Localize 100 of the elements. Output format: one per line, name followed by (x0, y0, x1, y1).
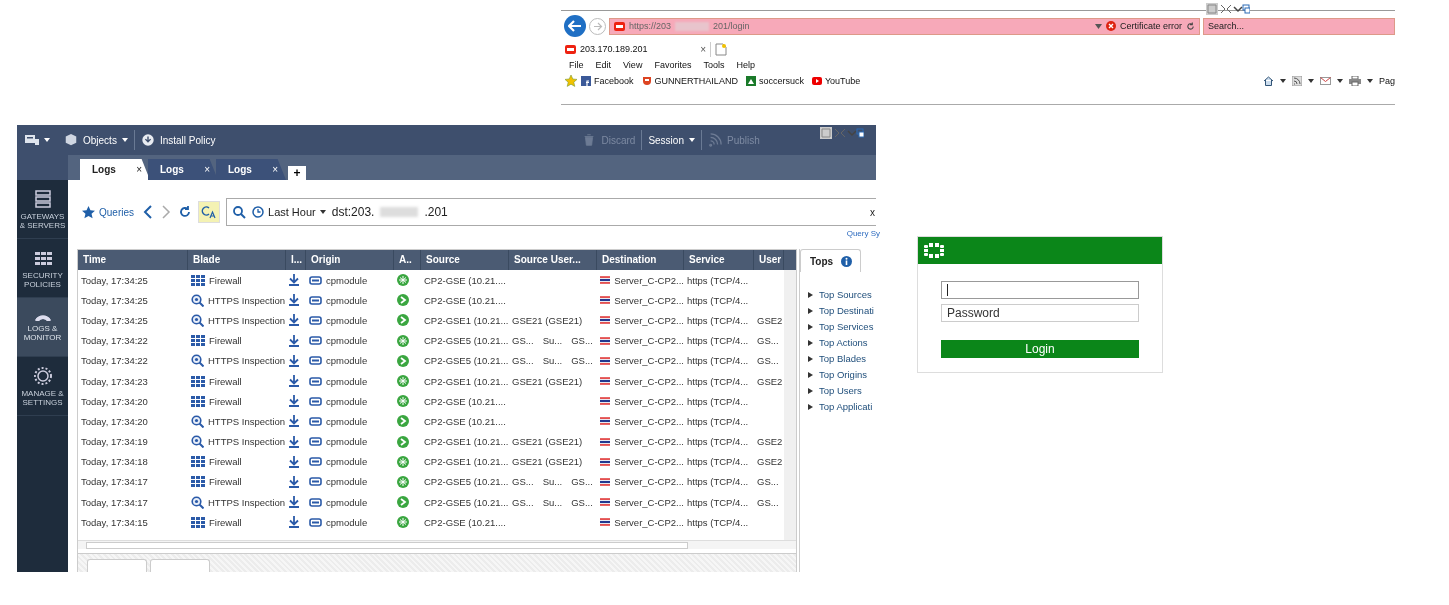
menu-item[interactable]: Edit (595, 60, 612, 70)
toolbar-button[interactable]: Session (642, 130, 702, 150)
table-cell: GS... (571, 496, 593, 508)
favorite-link[interactable]: soccersuck (758, 76, 804, 86)
inspect-icon (397, 314, 409, 327)
page-menu[interactable]: Pag (1379, 76, 1395, 86)
search-field[interactable]: Search... (1203, 17, 1395, 35)
refresh-icon[interactable] (1186, 21, 1195, 31)
dropdown-icon[interactable] (1337, 79, 1343, 83)
toolbar-button[interactable]: Install Policy (134, 130, 222, 150)
dropdown-icon[interactable] (1308, 79, 1314, 83)
column-header[interactable]: Origin (306, 250, 394, 270)
address-bar[interactable]: https://203 201/login Certificate error (609, 17, 1200, 35)
column-header[interactable]: Time (78, 250, 188, 270)
table-cell: cpmodule (326, 415, 368, 427)
log-tab[interactable]: Logs × (216, 159, 286, 180)
arrow-icon (568, 20, 582, 32)
log-tab[interactable]: Logs × (148, 159, 218, 180)
tops-item[interactable]: Top Sources (808, 289, 876, 300)
flag-icon (600, 476, 611, 487)
search-icon (233, 205, 246, 219)
menu-item[interactable]: Favorites (654, 60, 692, 70)
tops-item[interactable]: Top Blades (808, 353, 876, 364)
close-icon[interactable]: × (700, 43, 706, 55)
info-icon[interactable] (841, 255, 853, 267)
toolbar-button[interactable]: Objects (58, 130, 135, 150)
flag-icon (600, 376, 611, 387)
table-cell-text: CP2-GSE (10.21.... (423, 395, 507, 407)
column-header[interactable]: Source (421, 250, 509, 270)
rss-icon[interactable] (1292, 76, 1302, 86)
window-controls-icon[interactable] (820, 127, 864, 139)
close-icon[interactable]: × (204, 164, 210, 175)
scrollbar-thumb[interactable] (86, 542, 688, 549)
mail-icon[interactable] (1320, 77, 1331, 85)
menu-item[interactable]: Help (736, 60, 755, 70)
column-header[interactable]: User (754, 250, 784, 270)
table-cell-text: https (TCP/4... (686, 476, 750, 488)
password-field[interactable]: Password (941, 304, 1139, 322)
magnifier-icon (191, 414, 204, 428)
sidebar-item[interactable]: GATEWAYS & SERVERS (17, 180, 68, 239)
back-button[interactable] (564, 15, 586, 37)
tops-item[interactable]: Top Applicati (808, 401, 876, 412)
menu-item[interactable]: View (623, 60, 643, 70)
dropdown-icon[interactable] (1367, 79, 1373, 83)
favorite-link[interactable]: YouTube (824, 76, 861, 86)
new-tab-button[interactable]: + (288, 166, 306, 180)
table-cell: Firewall (209, 395, 242, 407)
log-tab[interactable]: Logs × (80, 159, 150, 180)
table-cell-text: Today, 17:34:17 (80, 476, 149, 488)
refresh-icon[interactable] (178, 205, 192, 219)
tops-item[interactable]: Top Destinati (808, 305, 876, 316)
column-header[interactable]: Blade (188, 250, 286, 270)
menu-item[interactable]: Tools (703, 60, 725, 70)
favorite-link[interactable]: GUNNERTHAILAND (654, 76, 738, 86)
back-icon[interactable] (142, 205, 154, 219)
column-header[interactable]: A.. (394, 250, 421, 270)
favorite-link[interactable]: Facebook (594, 76, 634, 86)
close-icon[interactable]: × (272, 164, 278, 175)
column-header[interactable]: I... (286, 250, 306, 270)
tops-item[interactable]: Top Services (808, 321, 876, 332)
sidebar-item[interactable]: MANAGE & SETTINGS (17, 357, 68, 416)
gateway-icon (309, 517, 322, 527)
query-field[interactable]: Last Hour dst:203. .201 x (226, 198, 876, 226)
table-cell-text: CP2-GSE (10.21.... (423, 274, 507, 286)
table-cell-text: GS... (756, 476, 780, 488)
sidebar-item[interactable]: LOGS & MONITOR (17, 298, 68, 357)
download-icon (289, 354, 299, 367)
magnifier-icon (191, 313, 204, 327)
column-header[interactable]: Source User... (509, 250, 597, 270)
printer-icon[interactable] (1349, 76, 1361, 86)
time-range-dropdown[interactable]: Last Hour (252, 206, 326, 218)
gateway-icon (309, 356, 322, 366)
username-field[interactable] (941, 281, 1139, 299)
table-cell-text: https (TCP/4... (686, 516, 750, 528)
table-cell-text: https (TCP/4... (686, 335, 750, 347)
site-icon (614, 21, 625, 31)
query-syntax-link[interactable]: Query Sy (846, 229, 880, 241)
tops-tab[interactable]: Tops (800, 249, 861, 272)
menu-item[interactable]: File (569, 60, 584, 70)
login-button[interactable]: Login (941, 340, 1139, 358)
table-cell-text: GS... (756, 496, 780, 508)
window-controls-icon[interactable] (1206, 3, 1250, 15)
tops-item[interactable]: Top Actions (808, 337, 876, 348)
dropdown-icon[interactable] (1280, 79, 1286, 83)
column-header[interactable]: Service (684, 250, 754, 270)
tops-item[interactable]: Top Origins (808, 369, 876, 380)
auto-refresh-toggle[interactable] (198, 201, 220, 223)
clear-icon[interactable]: x (870, 206, 876, 218)
queries-button[interactable]: Queries (80, 205, 136, 219)
clock-icon (252, 206, 264, 218)
tops-item[interactable]: Top Users (808, 385, 876, 396)
home-icon[interactable] (1263, 76, 1274, 86)
close-icon[interactable]: × (136, 164, 142, 175)
favorites-star-icon[interactable] (565, 75, 577, 87)
column-header[interactable]: Destination (597, 250, 684, 270)
bookmark-icon (745, 76, 756, 86)
accept-icon (397, 334, 409, 347)
table-cell: GS... (512, 476, 534, 488)
table-cell: Server_C-CP2... (614, 314, 684, 326)
certificate-error-label[interactable]: Certificate error (1120, 21, 1182, 31)
